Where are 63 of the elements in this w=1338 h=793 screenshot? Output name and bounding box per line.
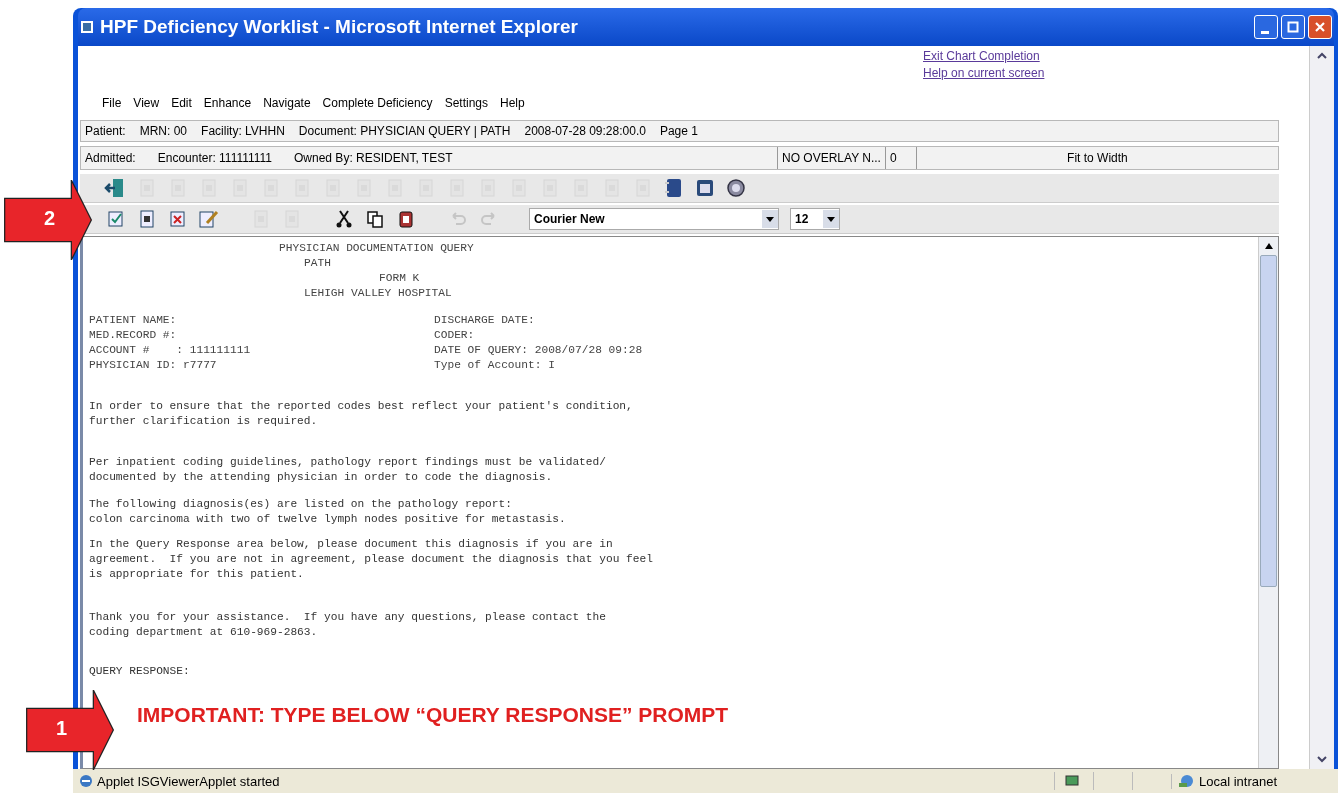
zone-label: Local intranet	[1199, 773, 1278, 789]
document-heading: PHYSICIAN DOCUMENTATION QUERY	[278, 241, 475, 256]
close-icon	[1314, 21, 1326, 33]
field-label: PATIENT NAME:	[89, 313, 178, 328]
info-text: Facility: LVHHN	[201, 124, 285, 138]
maximize-button[interactable]	[1281, 15, 1305, 39]
network-icon	[1178, 774, 1196, 788]
globe-icon[interactable]	[724, 177, 748, 199]
callout-number: 1	[56, 717, 68, 740]
document-heading: PATH	[303, 256, 332, 271]
info-text: Page 1	[659, 124, 698, 138]
menu-item[interactable]: Enhance	[203, 96, 252, 110]
minimize-icon	[1260, 30, 1269, 34]
field-label: MED.RECORD #:	[89, 328, 178, 343]
info-text: Owned By: RESIDENT, TEST	[294, 151, 453, 165]
scroll-down-icon[interactable]	[1315, 753, 1329, 765]
pencil-page-icon[interactable]	[197, 208, 221, 230]
count-field: 0	[884, 147, 916, 169]
field-label: ACCOUNT # : 111111111	[89, 343, 252, 358]
font-size-dropdown[interactable]: 12	[790, 208, 840, 230]
info-text: Patient:	[85, 124, 126, 138]
page-scrollbar[interactable]	[1309, 46, 1334, 769]
field-label: DATE OF QUERY: 2008/07/28 09:28	[434, 343, 643, 358]
info-text: Encounter: 111111111	[157, 151, 272, 165]
menu-item[interactable]: Navigate	[263, 96, 311, 110]
link[interactable]: Help on current screen	[923, 66, 1045, 80]
link[interactable]: Exit Chart Completion	[923, 49, 1040, 63]
document-heading: LEHIGH VALLEY HOSPITAL	[303, 286, 453, 301]
paragraph: The following diagnosis(es) are listed on the pathology report: colon carcinoma with two of twelve lymph nodes positive for metastasis.	[89, 497, 567, 527]
font-dropdown[interactable]: Courier New	[529, 208, 779, 230]
minimize-button[interactable]	[1254, 15, 1278, 39]
menu-item[interactable]: Complete Deficiency	[322, 96, 433, 110]
zoom-field[interactable]: Fit to Width	[915, 147, 1278, 169]
status-message: Applet ISGViewerApplet started	[97, 773, 281, 789]
menu-item[interactable]: View	[133, 96, 160, 110]
info-text: MRN: 00	[139, 124, 188, 138]
menu-item[interactable]: Settings	[444, 96, 488, 110]
overlay-field[interactable]: NO OVERLAY N...	[777, 147, 885, 169]
paragraph: Thank you for your assistance. If you have any questions, please contact the coding department at 610-969-2863.	[89, 610, 607, 640]
paragraph: In the Query Response area below, please document this diagnosis if you are in agreement. If you are not in agreement, please document the diagnosis that you feel is appropriate for this patient.	[89, 537, 654, 582]
paragraph: In order to ensure that the reported codes best reflect your patient's condition, further clarification is required.	[89, 399, 634, 429]
document-heading: FORM K	[378, 271, 421, 286]
paragraph: Per inpatient coding guidelines, pathology report findings must be validated/ documented by the attending physician in order to code the diagnosis.	[89, 455, 607, 485]
menu-item[interactable]: Help	[500, 96, 525, 110]
field-label: DISCHARGE DATE:	[434, 313, 535, 328]
window-title: HPF Deficiency Worklist - Microsoft Internet Explorer	[100, 16, 579, 38]
callout-number: 2	[44, 207, 56, 230]
instruction-text: IMPORTANT: TYPE BELOW “QUERY RESPONSE” PROMPT	[137, 703, 729, 726]
monitor-icon	[1065, 774, 1079, 788]
paragraph: QUERY RESPONSE:	[89, 664, 191, 679]
close-button[interactable]	[1308, 15, 1332, 39]
field-label: CODER:	[434, 328, 475, 343]
field-label: PHYSICIAN ID: r7777	[89, 358, 218, 373]
scrollbar[interactable]	[1258, 237, 1278, 768]
field-label: Type of Account: I	[434, 358, 555, 373]
info-text: 2008-07-28 09:28:00.0	[524, 124, 646, 138]
info-text: Document: PHYSICIAN QUERY | PATH	[298, 124, 511, 138]
menu-item[interactable]: File	[102, 96, 122, 110]
maximize-icon	[1287, 21, 1299, 33]
info-text: Admitted:	[85, 151, 136, 165]
menu-item[interactable]: Edit	[171, 96, 192, 110]
applet-icon	[79, 774, 93, 788]
window-icon	[80, 20, 94, 34]
